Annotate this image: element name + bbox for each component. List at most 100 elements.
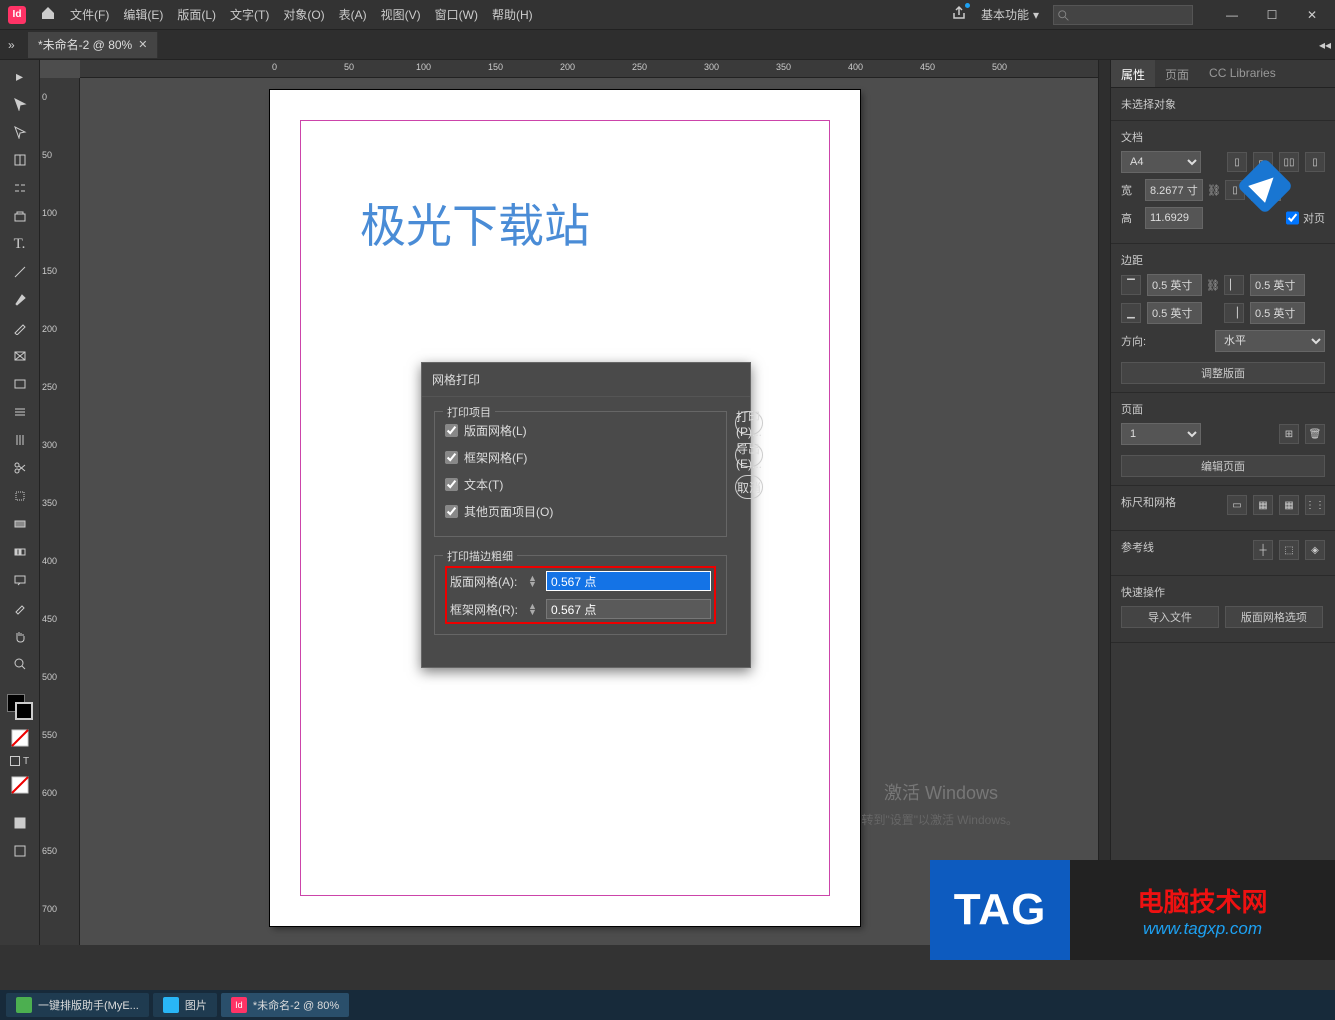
facing-pages-icon[interactable]: ▯▯ (1279, 152, 1299, 172)
selection-tool[interactable] (8, 94, 32, 114)
orient-select[interactable]: 水平 (1215, 330, 1325, 352)
ruler-opt1-icon[interactable]: ▭ (1227, 495, 1247, 515)
tab-cclibraries[interactable]: CC Libraries (1199, 60, 1286, 87)
menu-table[interactable]: 表(A) (339, 6, 367, 23)
doc-section-label: 文档 (1121, 129, 1325, 145)
import-file-button[interactable]: 导入文件 (1121, 606, 1219, 628)
link-icon[interactable]: ⛓ (1209, 180, 1219, 200)
facing-pages-checkbox[interactable]: 对页 (1286, 207, 1325, 229)
frame-grid-weight-input[interactable] (546, 599, 711, 619)
menu-bar: Id 文件(F) 编辑(E) 版面(L) 文字(T) 对象(O) 表(A) 视图… (0, 0, 1335, 30)
gradient-feather-tool[interactable] (8, 542, 32, 562)
fill-stroke-swatch[interactable] (7, 694, 33, 720)
zoom-tool[interactable] (8, 654, 32, 674)
horizontal-grid-tool[interactable] (8, 402, 32, 422)
ruler-opt2-icon[interactable]: ▦ (1253, 495, 1273, 515)
app-icon: Id (8, 6, 26, 24)
minimize-button[interactable]: — (1217, 5, 1247, 25)
menu-view[interactable]: 视图(V) (381, 6, 421, 23)
eyedropper-tool[interactable] (8, 598, 32, 618)
search-box[interactable] (1053, 5, 1193, 25)
direct-selection-tool[interactable] (8, 122, 32, 142)
apply-none-2-icon[interactable] (8, 775, 32, 795)
page-tool[interactable] (8, 150, 32, 170)
menu-file[interactable]: 文件(F) (70, 6, 109, 23)
rectangle-tool[interactable] (8, 374, 32, 394)
ruler-opt3-icon[interactable]: ▦ (1279, 495, 1299, 515)
share-icon[interactable] (951, 5, 967, 24)
panel-collapse-icon[interactable]: ◂◂ (1315, 38, 1335, 52)
tab-pages[interactable]: 页面 (1155, 60, 1199, 87)
layout-grid-weight-input[interactable] (546, 571, 711, 591)
tab-properties[interactable]: 属性 (1111, 60, 1155, 87)
menu-window[interactable]: 窗口(W) (435, 6, 478, 23)
margin-outside-input[interactable] (1250, 302, 1305, 324)
free-transform-tool[interactable] (8, 486, 32, 506)
taskbar-item[interactable]: 图片 (153, 993, 217, 1017)
export-button[interactable]: 导出(E)... (735, 443, 763, 467)
pen-tool[interactable] (8, 290, 32, 310)
cb-frame-grid[interactable]: 框架网格(F) (445, 449, 716, 466)
width-input[interactable] (1145, 179, 1203, 201)
stepper-icon[interactable]: ▲▼ (528, 603, 540, 615)
cb-other-items[interactable]: 其他页面项目(O) (445, 503, 716, 520)
rectangle-frame-tool[interactable] (8, 346, 32, 366)
format-container-text[interactable]: T (10, 756, 29, 767)
panel-dock-strip[interactable] (1098, 60, 1110, 945)
menu-object[interactable]: 对象(O) (283, 6, 324, 23)
line-tool[interactable] (8, 262, 32, 282)
menu-edit[interactable]: 编辑(E) (123, 6, 163, 23)
stepper-icon[interactable]: ▲▼ (528, 575, 540, 587)
pencil-tool[interactable] (8, 318, 32, 338)
guide-opt3-icon[interactable]: ◈ (1305, 540, 1325, 560)
home-icon[interactable] (40, 5, 56, 24)
cb-layout-grid[interactable]: 版面网格(L) (445, 422, 716, 439)
note-tool[interactable] (8, 570, 32, 590)
cb-text[interactable]: 文本(T) (445, 476, 716, 493)
delete-page-icon[interactable]: 🗑 (1305, 424, 1325, 444)
gradient-swatch-tool[interactable] (8, 514, 32, 534)
app-icon (16, 997, 32, 1013)
link-icon[interactable]: ⛓ (1208, 275, 1218, 295)
guide-opt1-icon[interactable]: ┼ (1253, 540, 1273, 560)
gap-tool[interactable] (8, 178, 32, 198)
margin-inside-input[interactable] (1250, 274, 1305, 296)
guide-opt2-icon[interactable]: ⬚ (1279, 540, 1299, 560)
menu-type[interactable]: 文字(T) (230, 6, 269, 23)
margin-bottom-input[interactable] (1147, 302, 1202, 324)
taskbar-item[interactable]: 一键排版助手(MyE... (6, 993, 149, 1017)
adjust-layout-button[interactable]: 调整版面 (1121, 362, 1325, 384)
type-tool[interactable]: T. (8, 234, 32, 254)
single-page-icon[interactable]: ▯ (1305, 152, 1325, 172)
cancel-button[interactable]: 取消 (735, 475, 763, 499)
expand-tool-icon[interactable]: ▸ (8, 66, 32, 86)
menu-layout[interactable]: 版面(L) (177, 6, 216, 23)
view-mode-preview[interactable] (8, 841, 32, 861)
hand-tool[interactable] (8, 626, 32, 646)
maximize-button[interactable]: ☐ (1257, 5, 1287, 25)
page-number-select[interactable]: 1 (1121, 423, 1201, 445)
print-button[interactable]: 打印(P)... (735, 411, 763, 435)
vertical-grid-tool[interactable] (8, 430, 32, 450)
scissors-tool[interactable] (8, 458, 32, 478)
taskbar-item[interactable]: Id *未命名-2 @ 80% (221, 993, 349, 1017)
content-collector-tool[interactable] (8, 206, 32, 226)
height-input[interactable] (1145, 207, 1203, 229)
page-preset-select[interactable]: A4 (1121, 151, 1201, 173)
menu-help[interactable]: 帮助(H) (492, 6, 533, 23)
apply-none-icon[interactable] (8, 728, 32, 748)
grid-options-button[interactable]: 版面网格选项 (1225, 606, 1323, 628)
view-mode-normal[interactable] (8, 813, 32, 833)
edit-pages-button[interactable]: 编辑页面 (1121, 455, 1325, 477)
close-tab-icon[interactable]: ✕ (138, 38, 147, 51)
orient-portrait-icon[interactable]: ▯ (1227, 152, 1247, 172)
margin-top-input[interactable] (1147, 274, 1202, 296)
close-button[interactable]: ✕ (1297, 5, 1327, 25)
workspace-switcher[interactable]: 基本功能▾ (981, 6, 1039, 23)
new-page-icon[interactable]: ⊞ (1279, 424, 1299, 444)
canvas-area[interactable]: 0 50 100 150 200 250 300 350 400 450 500… (40, 60, 1098, 945)
ruler-opt4-icon[interactable]: ⋮⋮ (1305, 495, 1325, 515)
document-tab[interactable]: *未命名-2 @ 80% ✕ (28, 32, 158, 58)
tab-history-icon[interactable]: » (8, 38, 28, 52)
taskbar-item-label: 一键排版助手(MyE... (38, 997, 139, 1013)
